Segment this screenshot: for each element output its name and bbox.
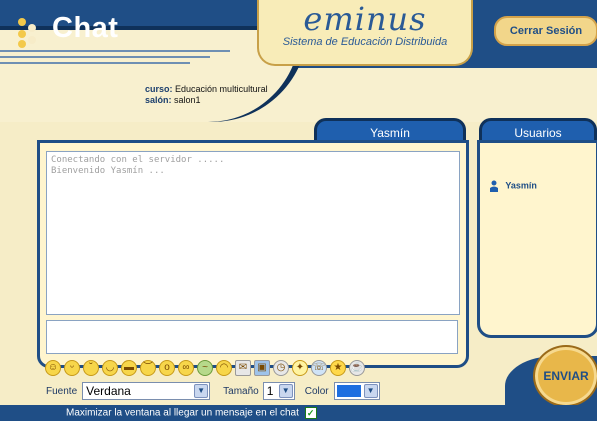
laugh-icon[interactable]: ◡: [102, 360, 118, 376]
surprised-icon[interactable]: o: [159, 360, 175, 376]
course-label: curso:: [145, 84, 173, 94]
chat-window: Chat eminus Sistema de Educación Distrib…: [0, 0, 597, 421]
font-select-value: Verdana: [86, 384, 131, 398]
sad-icon[interactable]: ︶: [140, 360, 156, 376]
chevron-down-icon[interactable]: ▼: [194, 384, 209, 398]
users-panel: Yasmín: [477, 140, 597, 338]
room-label: salón:: [145, 95, 172, 105]
course-info: curso: Educación multicultural salón: sa…: [145, 84, 268, 106]
sick-icon[interactable]: ~: [197, 360, 213, 376]
clock-icon[interactable]: ◷: [273, 360, 289, 376]
size-select[interactable]: 1 ▼: [262, 382, 295, 400]
maximize-label: Maximizar la ventana al llegar un mensaj…: [66, 407, 299, 419]
phone-icon[interactable]: ☏: [311, 360, 327, 376]
grin-icon[interactable]: ᵕ: [64, 360, 80, 376]
app-title: Chat: [52, 12, 119, 44]
star-icon[interactable]: ★: [330, 360, 346, 376]
format-controls: Fuente Verdana ▼ Tamaño 1 ▼ Color ▼: [46, 380, 380, 402]
font-label: Fuente: [46, 385, 78, 397]
user-list-item[interactable]: Yasmín: [489, 180, 537, 192]
gift-icon[interactable]: ▣: [254, 360, 270, 376]
header-stripe: [0, 62, 190, 64]
log-line: Bienvenido Yasmín ...: [51, 166, 165, 176]
color-swatch: [336, 385, 361, 397]
header-wave: [0, 30, 300, 122]
chat-panel: Conectando con el servidor ..... Bienven…: [37, 140, 469, 368]
maximize-option: Maximizar la ventana al llegar un mensaj…: [66, 407, 317, 419]
brand-logo: eminus Sistema de Educación Distribuida: [257, 0, 473, 66]
room-value: salon1: [174, 95, 201, 105]
log-line: Conectando con el servidor .....: [51, 155, 225, 165]
color-select[interactable]: ▼: [333, 382, 380, 400]
idea-icon[interactable]: ✦: [292, 360, 308, 376]
header: Chat eminus Sistema de Educación Distrib…: [0, 0, 597, 122]
send-button[interactable]: ENVIAR: [533, 345, 597, 407]
user-name: Yasmín: [505, 180, 537, 191]
maximize-checkbox[interactable]: ✓: [304, 407, 317, 419]
emoticon-bar: ☺ ᵕ ˘ ◡ ▬ ︶ o ∞ ~ ◠ ✉ ▣ ◷ ✦ ☏ ★ ☕: [45, 360, 365, 378]
brand-subtitle: Sistema de Educación Distribuida: [282, 36, 448, 48]
chat-log[interactable]: Conectando con el servidor ..... Bienven…: [46, 151, 460, 315]
brand-name: eminus: [303, 0, 427, 38]
course-value: Educación multicultural: [175, 84, 268, 94]
wink-icon[interactable]: ˘: [83, 360, 99, 376]
chat-logo-icon: [18, 18, 44, 48]
nerd-icon[interactable]: ∞: [178, 360, 194, 376]
cool-icon[interactable]: ▬: [121, 360, 137, 376]
chevron-down-icon[interactable]: ▼: [363, 384, 378, 398]
person-icon: [490, 180, 498, 192]
smile-icon[interactable]: ☺: [45, 360, 61, 376]
logout-button[interactable]: Cerrar Sesión: [494, 16, 597, 46]
font-select[interactable]: Verdana ▼: [82, 382, 211, 400]
footer: Maximizar la ventana al llegar un mensaj…: [0, 405, 597, 421]
chevron-down-icon[interactable]: ▼: [278, 384, 293, 398]
mail-icon[interactable]: ✉: [235, 360, 251, 376]
coffee-icon[interactable]: ☕: [349, 360, 365, 376]
color-label: Color: [304, 385, 329, 397]
header-stripe: [0, 56, 210, 58]
blush-icon[interactable]: ◠: [216, 360, 232, 376]
size-label: Tamaño: [223, 385, 259, 397]
size-select-value: 1: [266, 384, 274, 398]
message-input[interactable]: [46, 320, 458, 354]
header-stripe: [0, 50, 230, 52]
